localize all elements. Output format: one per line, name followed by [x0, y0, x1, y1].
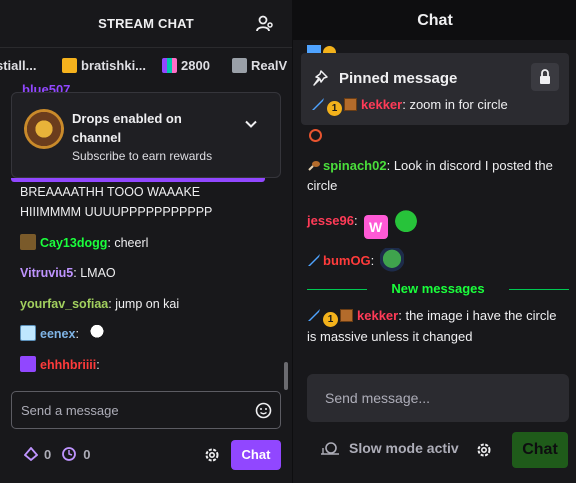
chat-username[interactable]: spinach02: [323, 158, 387, 173]
leaderboard-name: stiall...: [0, 58, 37, 73]
chat-message: jesse96: W: [307, 208, 569, 239]
circle-marker-icon: [309, 129, 322, 142]
sword-badge-icon: [312, 98, 324, 110]
chat-username[interactable]: bumOG: [323, 253, 371, 268]
gift-icon: [62, 58, 77, 73]
chat-username[interactable]: jesse96: [307, 213, 354, 228]
snail-icon: [321, 442, 339, 455]
slow-mode-indicator[interactable]: Slow mode activ: [319, 440, 459, 456]
leaderboard-value: 2800: [181, 58, 210, 73]
user-badge-icon: [20, 325, 36, 341]
chat-message: HIIIMMMM UUUUPPPPPPPPPPP: [20, 202, 212, 222]
stream-chat-header: STREAM CHAT: [0, 0, 292, 48]
chat-message: BREAAAATHH TOOO WAAAKE: [20, 182, 200, 202]
new-messages-divider: New messages: [307, 281, 569, 297]
stream-chat-panel: STREAM CHAT stiall... bratishki... 2800 …: [0, 0, 292, 483]
leaderboard-name: RealV: [251, 58, 288, 73]
drops-subtitle: Subscribe to earn rewards: [72, 149, 213, 163]
user-badge-icon: [20, 356, 36, 372]
chat-send-button[interactable]: Chat: [512, 432, 568, 468]
send-message-field[interactable]: [11, 391, 281, 429]
lock-icon[interactable]: [531, 63, 559, 91]
gift-icon: [232, 58, 247, 73]
chat-username[interactable]: kekker: [361, 97, 402, 112]
pixel-badge-icon: [340, 309, 353, 322]
gear-icon[interactable]: [475, 441, 493, 459]
chat-panel: Chat Pinned message 1 kekker: zoom in for…: [292, 0, 576, 483]
channel-points[interactable]: 0 0: [24, 446, 90, 462]
bits-count: 0: [44, 446, 52, 462]
timer-count: 0: [83, 446, 91, 462]
chat-message: Cay13dogg: cheerl: [20, 233, 148, 253]
timer-icon: [62, 447, 77, 461]
chat-username[interactable]: Cay13dogg: [40, 236, 107, 250]
send-message-field[interactable]: [307, 374, 569, 422]
chat-message: eenex:: [20, 324, 107, 344]
stream-chat-title: STREAM CHAT: [98, 16, 194, 31]
duck-emote-icon[interactable]: [88, 324, 107, 342]
pin-icon: [313, 70, 328, 86]
chat-username[interactable]: ehhhbriiii: [40, 358, 96, 372]
chat-message: ehhhbriiii:: [20, 355, 100, 375]
message-text: HIIIMMMM UUUUPPPPPPPPPPP: [20, 205, 213, 219]
pixel-badge-icon: [344, 98, 357, 111]
chat-message: Vitruviu5: LMAO: [20, 266, 116, 280]
leaderboard-entry[interactable]: RealV: [232, 58, 287, 73]
leaderboard-entry[interactable]: 2800: [162, 58, 210, 73]
chat-scrollbar[interactable]: [284, 362, 288, 390]
drops-banner[interactable]: Drops enabled on channel Subscribe to ea…: [11, 92, 281, 178]
chat-username[interactable]: Vitruviu5: [20, 266, 73, 280]
pinned-title: Pinned message: [339, 70, 458, 87]
message-text: cheerl: [114, 236, 149, 250]
gear-icon[interactable]: [203, 446, 221, 464]
sword-badge-icon: [308, 309, 320, 321]
emote-picker-icon[interactable]: [255, 402, 272, 419]
number-badge: 1: [327, 101, 342, 116]
slow-mode-label: Slow mode activ: [349, 440, 459, 456]
send-message-input[interactable]: [21, 400, 241, 420]
message-text: BREAAAATHH TOOO WAAAKE: [20, 185, 201, 199]
w-emote-icon[interactable]: W: [363, 215, 388, 239]
drops-title: Drops enabled on channel: [72, 111, 182, 145]
drops-badge-icon: [24, 109, 64, 149]
community-users-icon[interactable]: [255, 14, 275, 34]
chat-username[interactable]: yourfav_sofiaa: [20, 297, 108, 311]
message-text: jump on kai: [115, 297, 180, 311]
gift-icon: [162, 58, 177, 73]
chat-message: bumOG:: [307, 248, 569, 272]
chat-message: yourfav_sofiaa: jump on kai: [20, 297, 180, 311]
message-text: zoom in for circle: [409, 97, 508, 112]
chevron-down-icon[interactable]: [244, 117, 258, 131]
number-badge: 1: [323, 312, 338, 327]
user-badge-icon: [20, 234, 36, 250]
send-message-input[interactable]: [325, 388, 555, 408]
leaderboard-entry[interactable]: stiall...: [0, 58, 36, 73]
leaderboard-name: bratishki...: [81, 58, 147, 73]
new-messages-label: New messages: [391, 281, 485, 296]
message-text: LMAO: [80, 266, 116, 280]
gift-leaderboard-bar: stiall... bratishki... 2800 RealV: [0, 52, 292, 80]
leaderboard-entry[interactable]: bratishki...: [62, 58, 146, 73]
chat-username[interactable]: eenex: [40, 327, 75, 341]
chat-send-button[interactable]: Chat: [231, 440, 281, 470]
pepe-emote-icon[interactable]: [393, 208, 418, 232]
bits-icon: [24, 447, 38, 461]
chat-message: 1 kekker: the image i have the circle is …: [307, 308, 557, 344]
frog-emote-icon[interactable]: [380, 248, 405, 272]
drumstick-badge-icon: [308, 161, 320, 171]
pinned-message-text: 1 kekker: zoom in for circle: [311, 97, 508, 116]
pinned-message-card[interactable]: Pinned message 1 kekker: zoom in for circ…: [301, 53, 569, 125]
chat-message: spinach02: Look in discord I posted the …: [307, 158, 553, 193]
chat-username[interactable]: kekker: [357, 308, 398, 323]
chat-title: Chat: [417, 12, 453, 29]
sword-badge-icon: [308, 254, 320, 266]
chat-header: Chat: [293, 0, 576, 40]
